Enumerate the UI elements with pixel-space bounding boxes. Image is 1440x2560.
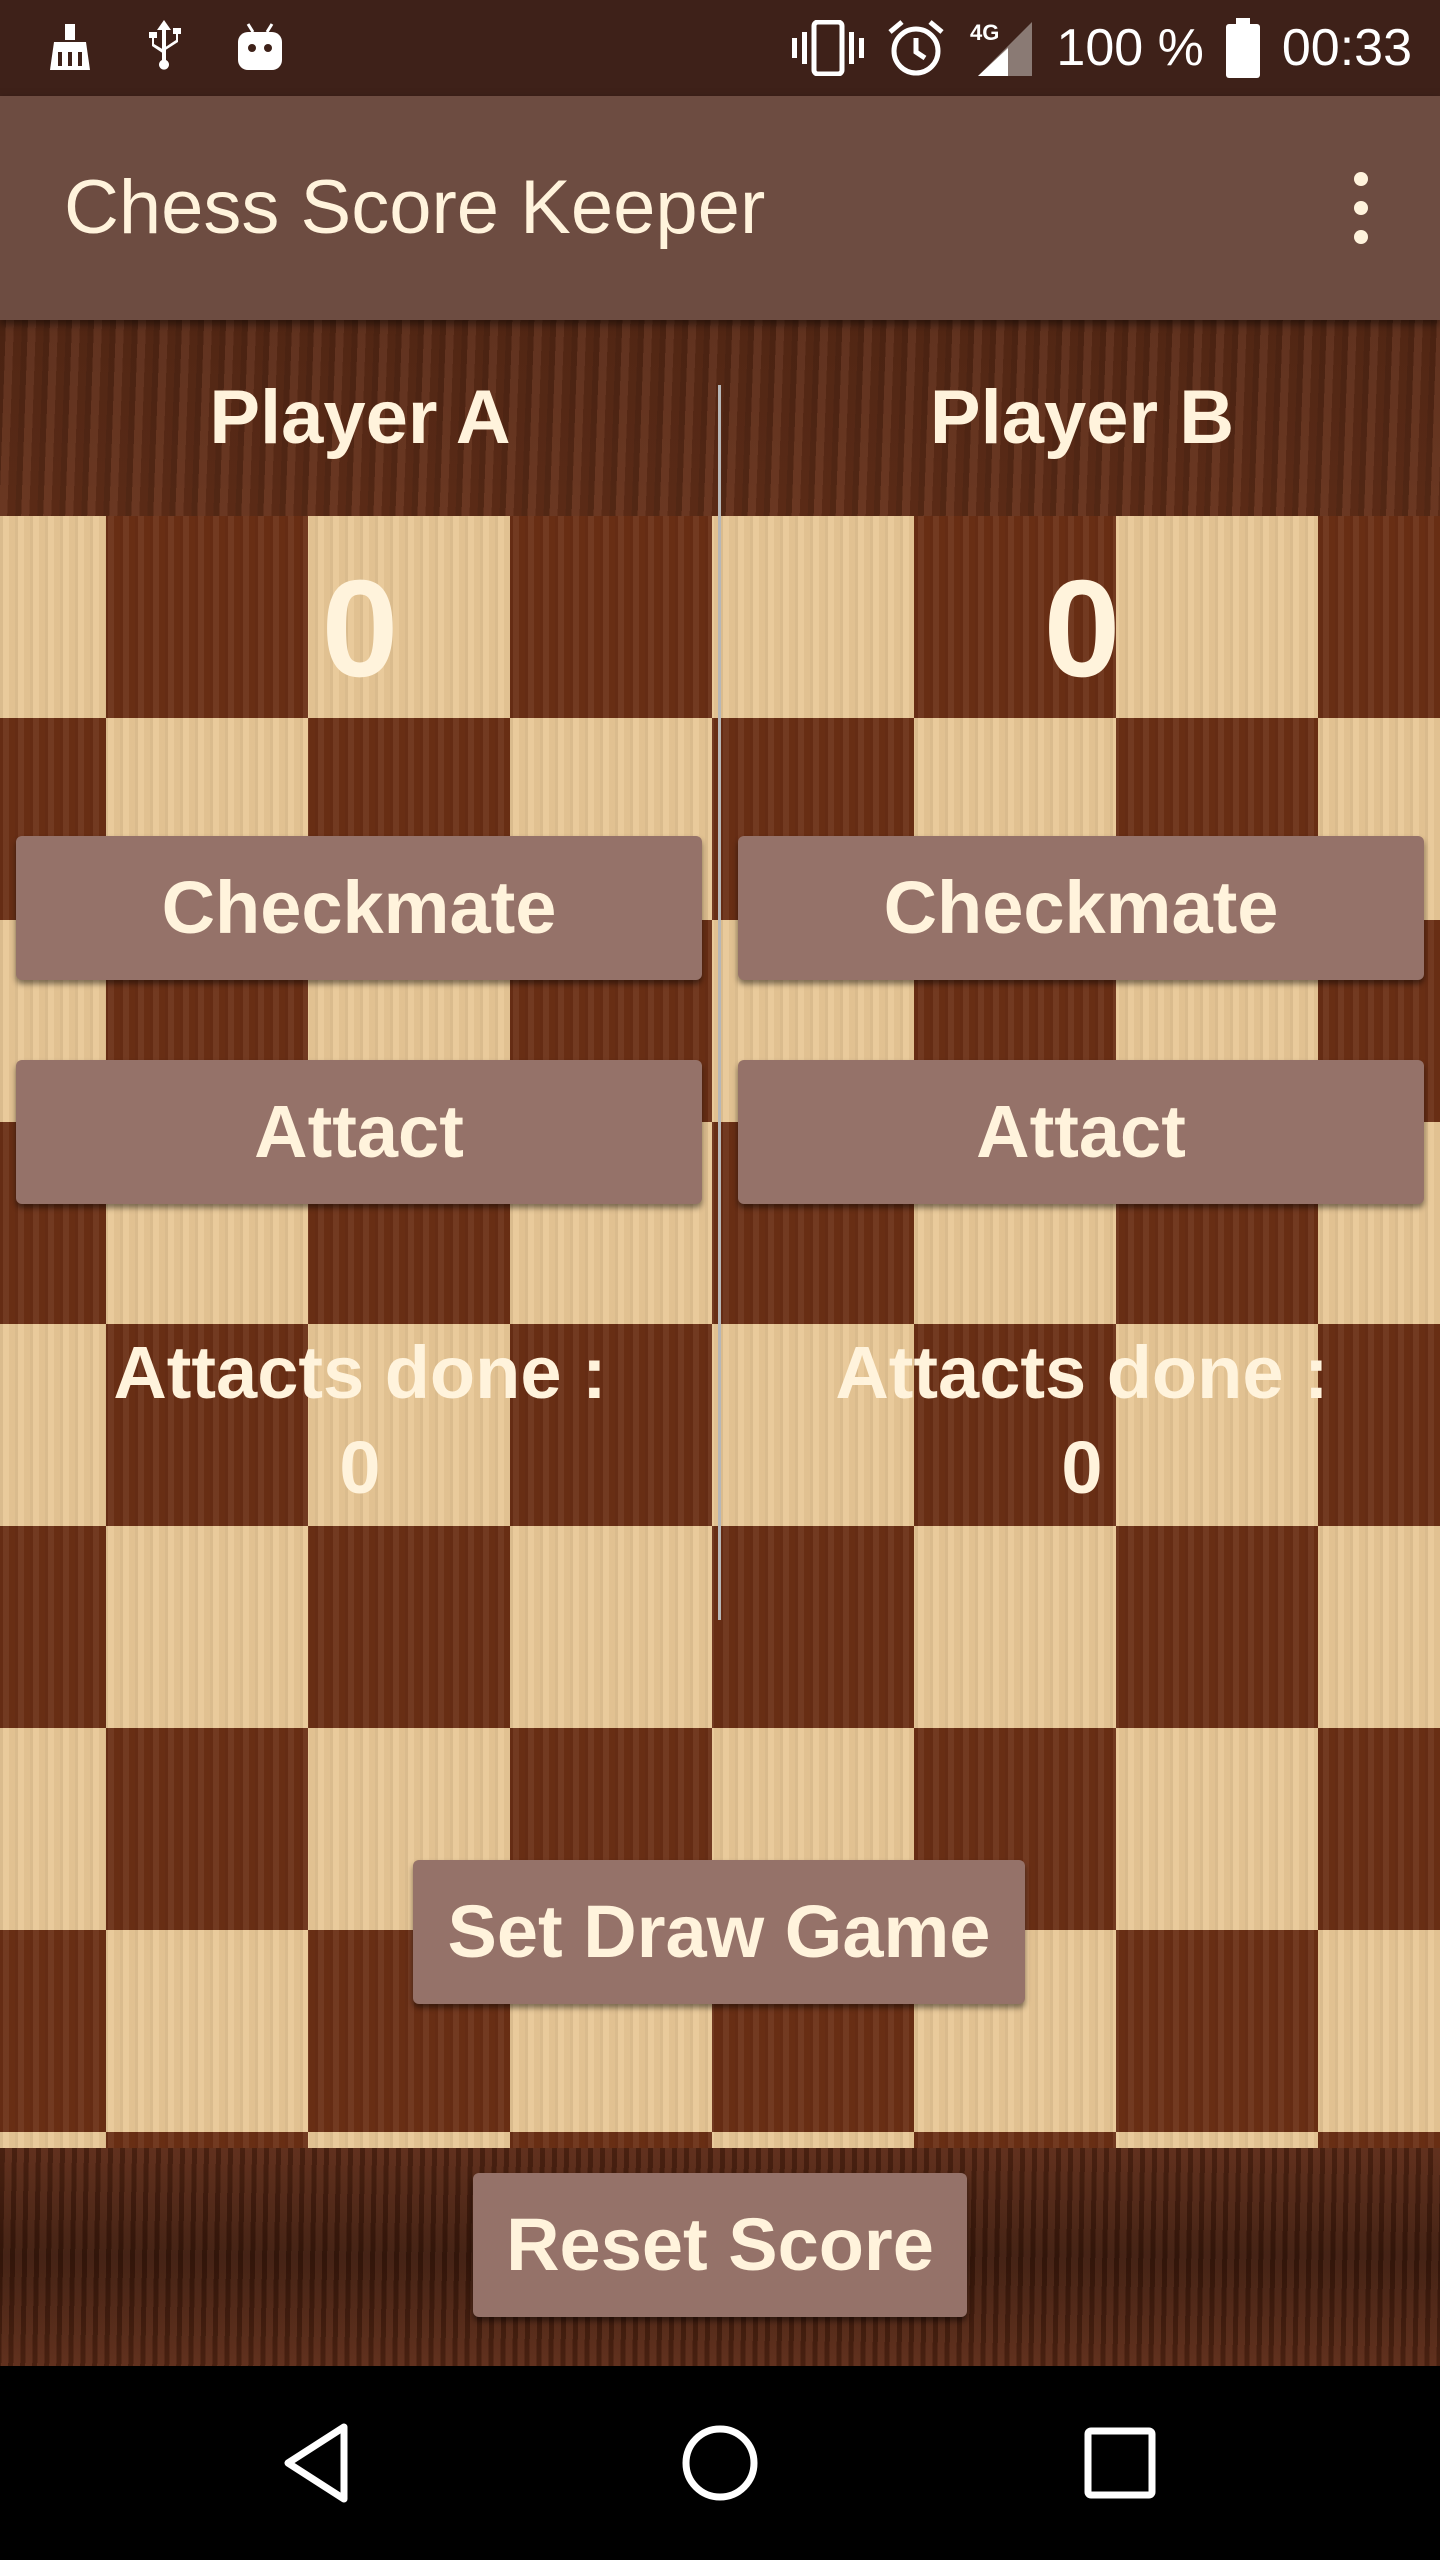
usb-icon [142,18,186,78]
player-b-attacks-done-value: 0 [1061,1426,1103,1509]
navigation-bar [0,2366,1440,2560]
clock: 00:33 [1281,19,1412,77]
vibrate-icon [792,20,865,76]
back-button[interactable] [270,2413,370,2513]
recents-button[interactable] [1070,2413,1170,2513]
app-bar: Chess Score Keeper [0,96,1440,320]
set-draw-game-button[interactable]: Set Draw Game [413,1860,1025,2004]
player-a-panel: Player A 0 Checkmate Attact Attacts done… [0,320,720,1620]
recents-icon [1084,2427,1156,2499]
player-b-name: Player B [929,375,1235,460]
home-button[interactable] [670,2413,770,2513]
player-b-score: 0 [1043,552,1121,706]
signal-icon: 4G [968,18,1034,78]
android-debug-icon [236,22,284,74]
player-a-score: 0 [321,552,399,706]
player-a-attacks-done-label: Attacts done : [113,1331,607,1414]
home-icon [682,2425,758,2501]
player-b-panel: Player B 0 Checkmate Attact Attacts done… [722,320,1440,1620]
overflow-menu-button[interactable] [1320,168,1400,248]
player-a-attacks-done-value: 0 [339,1426,381,1509]
player-a-attack-button[interactable]: Attact [16,1060,702,1204]
player-a-name: Player A [209,375,511,460]
reset-score-button[interactable]: Reset Score [473,2173,967,2317]
player-b-attacks-done-label: Attacts done : [835,1331,1329,1414]
battery-percentage: 100 % [1056,19,1204,77]
cleaner-icon [48,22,92,74]
player-a-checkmate-button[interactable]: Checkmate [16,836,702,980]
player-b-attack-button[interactable]: Attact [738,1060,1424,1204]
alarm-icon [886,18,946,78]
svg-text:4G: 4G [970,20,999,45]
app-title: Chess Score Keeper [64,165,766,250]
overflow-menu-icon [1354,172,1368,186]
back-icon [284,2423,348,2503]
battery-icon [1225,18,1260,78]
status-bar: 4G 100 % 00:33 [0,0,1440,96]
player-b-checkmate-button[interactable]: Checkmate [738,836,1424,980]
